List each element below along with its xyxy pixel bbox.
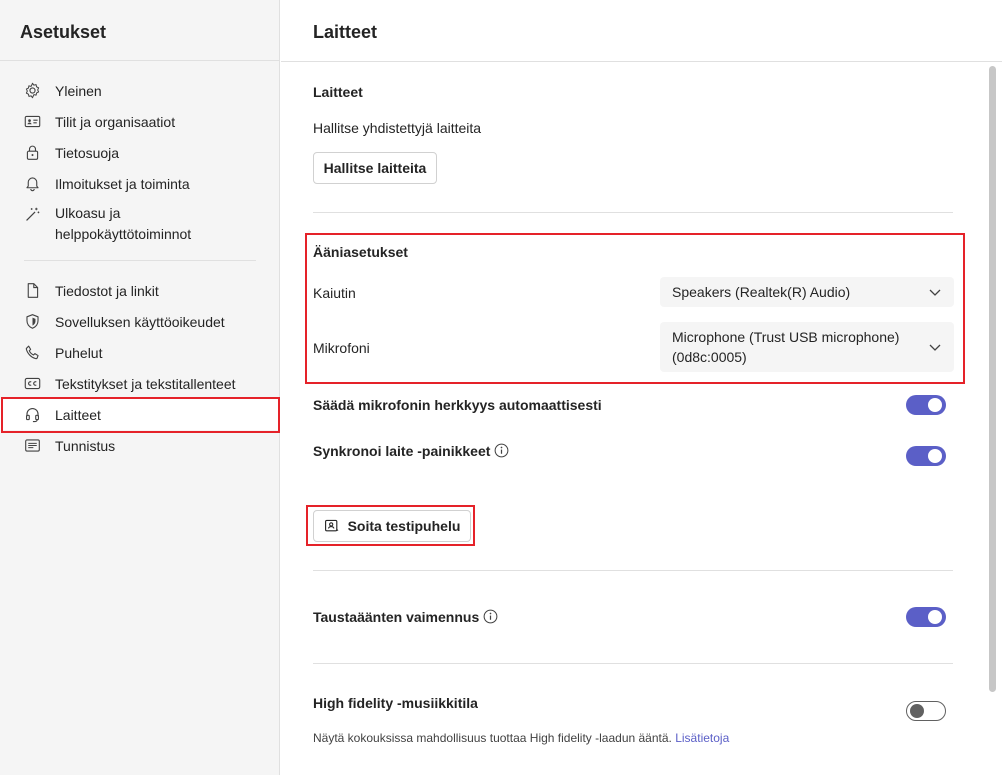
list-icon [24,437,41,454]
auto-mic-sensitivity-toggle[interactable] [906,395,946,415]
hifi-music-description: Näytä kokouksissa mahdollisuus tuottaa H… [313,731,672,745]
settings-sidebar: Asetukset Yleinen Tilit ja organisaatiot… [0,0,280,775]
sidebar-item-files-links[interactable]: Tiedostot ja linkit [0,275,280,306]
manage-devices-button[interactable]: Hallitse laitteita [313,152,437,184]
main-header: Laitteet [281,0,1002,62]
sidebar-item-label: Ulkoasu ja helppokäyttötoiminnot [55,205,192,242]
hifi-music-description-row: Näytä kokouksissa mahdollisuus tuottaa H… [313,731,729,745]
hifi-music-toggle[interactable] [906,701,946,721]
microphone-dropdown[interactable]: Microphone (Trust USB microphone) (0d8c:… [660,322,954,372]
page-title: Laitteet [313,22,378,42]
bell-icon [24,175,41,192]
speaker-dropdown[interactable]: Speakers (Realtek(R) Audio) [660,277,954,307]
id-card-icon [24,113,41,130]
devices-settings-content: Laitteet Hallitse yhdistettyjä laitteita… [281,62,1002,775]
microphone-dropdown-value: Microphone (Trust USB microphone) (0d8c:… [672,329,900,365]
auto-mic-sensitivity-label: Säädä mikrofonin herkkyys automaattisest… [313,397,602,413]
learn-more-link[interactable]: Lisätietoja [675,731,729,745]
sidebar-item-recognition[interactable]: Tunnistus [0,430,280,461]
sidebar-item-label: Laitteet [55,406,101,423]
sidebar-separator [24,260,256,261]
document-icon [24,282,41,299]
sidebar-item-label: Sovelluksen käyttöoikeudet [55,313,225,330]
sidebar-item-label: Tunnistus [55,437,116,454]
test-call-icon [324,519,338,532]
test-call-label: Soita testipuhelu [347,518,461,534]
sidebar-item-devices[interactable]: Laitteet [0,399,280,430]
phone-icon [24,344,41,361]
chevron-down-icon [929,289,941,296]
chevron-down-icon [929,344,941,351]
sync-device-buttons-toggle[interactable] [906,446,946,466]
sidebar-item-appearance[interactable]: Ulkoasu ja helppokäyttötoiminnot [0,203,280,249]
noise-suppression-row: Taustaäänten vaimennus [313,609,498,625]
sidebar-item-notifications[interactable]: Ilmoitukset ja toiminta [0,168,280,199]
sidebar-item-app-permissions[interactable]: Sovelluksen käyttöoikeudet [0,306,280,337]
sidebar-title: Asetukset [20,22,107,42]
sidebar-item-privacy[interactable]: Tietosuoja [0,137,280,168]
sidebar-item-label: Tilit ja organisaatiot [55,113,176,130]
noise-suppression-label: Taustaäänten vaimennus [313,609,480,625]
lock-icon [24,144,41,161]
sidebar-item-captions[interactable]: Tekstitykset ja tekstitallenteet [0,368,280,399]
section-divider [313,663,953,664]
section-divider [313,212,953,213]
sync-device-buttons-label: Synkronoi laite -painikkeet [313,443,491,459]
sidebar-item-label: Tietosuoja [55,144,120,161]
sync-device-buttons-row: Synkronoi laite -painikkeet [313,443,509,459]
sidebar-item-accounts[interactable]: Tilit ja organisaatiot [0,106,280,137]
sidebar-item-label: Puhelut [55,344,103,361]
headset-icon [24,406,41,423]
sidebar-item-label: Tekstitykset ja tekstitallenteet [55,375,236,392]
magic-wand-icon [24,206,41,223]
sidebar-item-label: Ilmoitukset ja toiminta [55,175,190,192]
hifi-music-label: High fidelity -musiikkitila [313,695,478,711]
noise-suppression-toggle[interactable] [906,607,946,627]
info-icon[interactable] [494,443,509,458]
audio-settings-title: Ääniasetukset [313,244,408,260]
toggle-knob [928,398,942,412]
test-call-button[interactable]: Soita testipuhelu [313,510,471,542]
microphone-label: Mikrofoni [313,340,370,356]
toggle-knob [928,610,942,624]
sidebar-item-general[interactable]: Yleinen [0,75,280,106]
speaker-dropdown-value: Speakers (Realtek(R) Audio) [672,284,851,300]
section-divider [313,570,953,571]
sidebar-item-label: Tiedostot ja linkit [55,282,159,299]
toggle-knob [928,449,942,463]
devices-section-title: Laitteet [313,84,363,100]
speaker-label: Kaiutin [313,285,356,301]
shield-icon [24,313,41,330]
closed-captions-icon [24,375,41,392]
sidebar-item-label: Yleinen [55,82,102,99]
sidebar-item-calls[interactable]: Puhelut [0,337,280,368]
sidebar-divider [0,60,280,61]
gear-icon [24,82,41,99]
scrollbar[interactable] [989,66,996,692]
devices-section-description: Hallitse yhdistettyjä laitteita [313,120,482,136]
toggle-knob [910,704,924,718]
info-icon[interactable] [483,609,498,624]
